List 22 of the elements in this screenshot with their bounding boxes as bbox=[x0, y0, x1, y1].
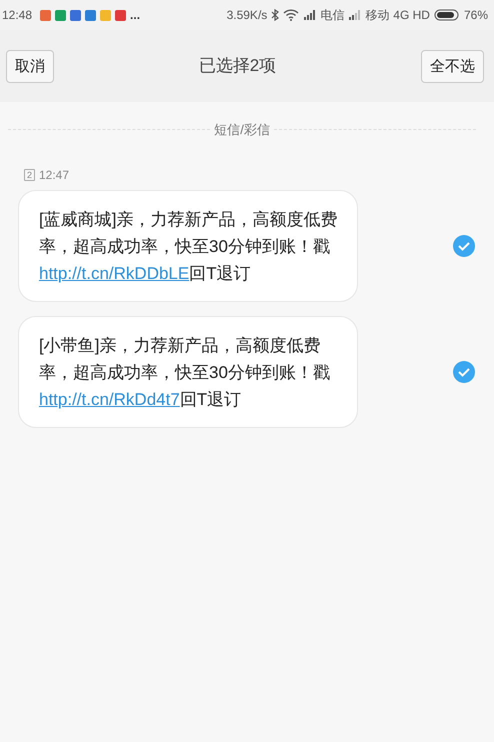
signal-icon bbox=[303, 9, 316, 21]
bluetooth-icon bbox=[271, 9, 280, 21]
carrier-name: 移动 bbox=[365, 7, 390, 24]
message-time: 12:47 bbox=[39, 166, 70, 184]
carrier-name: 电信 bbox=[320, 7, 344, 24]
section-label: 短信/彩信 bbox=[214, 121, 270, 139]
message-bubble[interactable]: [小带鱼]亲，力荐新产品，高额度低费率，超高成功率，快至30分钟到账！戳 http://t.cn/RkDd4t7回T退订 bbox=[18, 316, 358, 428]
message-bubble[interactable]: [蓝威商城]亲，力荐新产品，高额度低费率，超高成功率，快至30分钟到账！戳 http://t.cn/RkDDbLE回T退订 bbox=[18, 190, 358, 302]
deselect-all-button[interactable]: 全不选 bbox=[421, 50, 484, 82]
network-type: 4G HD bbox=[393, 7, 430, 24]
more-notifications: ... bbox=[130, 7, 140, 24]
battery-icon bbox=[434, 9, 460, 21]
cancel-button[interactable]: 取消 bbox=[6, 50, 54, 82]
wifi-icon bbox=[283, 9, 300, 21]
screen-title: 已选择2项 bbox=[198, 55, 276, 78]
clock: 12:48 bbox=[2, 7, 32, 24]
sim-badge: 2 bbox=[24, 168, 35, 180]
checkmark-icon[interactable] bbox=[452, 234, 476, 258]
battery-percent: 76% bbox=[464, 7, 488, 24]
network-speed: 3.59K/s bbox=[226, 7, 268, 24]
signal-icon bbox=[348, 9, 362, 21]
checkmark-icon[interactable] bbox=[452, 360, 476, 384]
